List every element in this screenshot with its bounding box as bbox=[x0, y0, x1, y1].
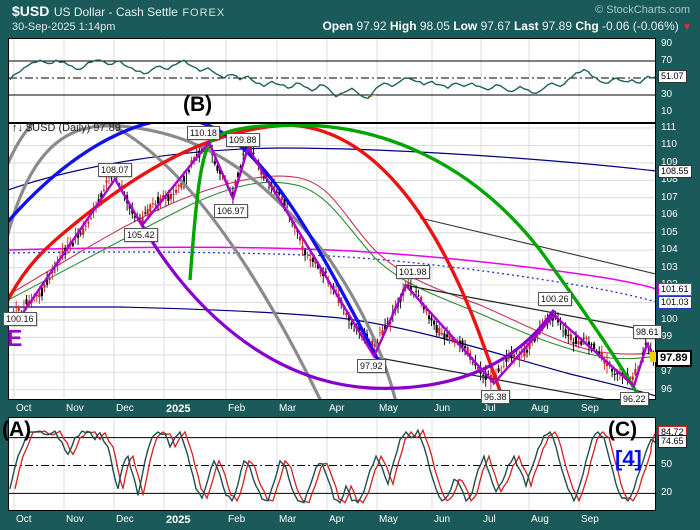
zigzag-label-108.07: 108.07 bbox=[98, 163, 132, 177]
price-ytick-105: 105 bbox=[661, 227, 678, 238]
month-label-2025[interactable]: 2025 bbox=[166, 403, 190, 415]
gray-cycle-arc-1 bbox=[0, 110, 330, 420]
month-label-May[interactable]: May bbox=[379, 403, 398, 414]
month-label-bottom-Jul[interactable]: Jul bbox=[483, 514, 496, 525]
elliott-label-B: (B) bbox=[183, 93, 212, 117]
zigzag-label-97.92: 97.92 bbox=[357, 359, 386, 373]
price-ytick-100: 100 bbox=[661, 314, 678, 325]
axis-value-box-97.89: 97.89 bbox=[656, 350, 692, 367]
axis-value-box-108.55: 108.55 bbox=[658, 165, 692, 178]
month-label-bottom-Mar[interactable]: Mar bbox=[279, 514, 296, 525]
elliott-label-C: (C) bbox=[608, 418, 637, 442]
month-label-Jun[interactable]: Jun bbox=[434, 403, 450, 414]
price-panel-legend: ↑↓ $USD (Daily) 97.89 bbox=[12, 122, 121, 134]
month-label-bottom-Dec[interactable]: Dec bbox=[116, 514, 134, 525]
axis-value-box-74.65: 74.65 bbox=[658, 435, 687, 448]
zigzag-label-109.88: 109.88 bbox=[226, 133, 260, 147]
month-label-bottom-Sep[interactable]: Sep bbox=[581, 514, 599, 525]
stoch-lines bbox=[10, 430, 655, 503]
axis-value-box-101.03: 101.03 bbox=[658, 296, 692, 309]
month-label-bottom-Nov[interactable]: Nov bbox=[66, 514, 84, 525]
month-label-Mar[interactable]: Mar bbox=[279, 403, 296, 414]
stoch-ytick-50: 50 bbox=[661, 459, 672, 470]
price-ytick-96: 96 bbox=[661, 384, 672, 395]
zigzag-label-110.18: 110.18 bbox=[187, 126, 220, 140]
price-ytick-106: 106 bbox=[661, 209, 678, 220]
month-label-bottom-2025[interactable]: 2025 bbox=[166, 514, 190, 526]
rsi-line bbox=[10, 60, 655, 98]
zigzag-overlay bbox=[20, 142, 654, 386]
axis-value-box-51.07: 51.07 bbox=[658, 70, 687, 83]
magenta-ma-line bbox=[8, 247, 656, 289]
zigzag-label-105.42: 105.42 bbox=[124, 228, 158, 242]
month-label-bottom-May[interactable]: May bbox=[379, 514, 398, 525]
last-price-marker-icon bbox=[650, 352, 656, 362]
price-ytick-97: 97 bbox=[661, 366, 672, 377]
month-label-Apr[interactable]: Apr bbox=[329, 403, 345, 414]
month-label-Dec[interactable]: Dec bbox=[116, 403, 134, 414]
month-label-Jul[interactable]: Jul bbox=[483, 403, 496, 414]
month-label-Feb[interactable]: Feb bbox=[228, 403, 245, 414]
rsi-reference-lines bbox=[9, 61, 655, 95]
rsi-ytick-70: 70 bbox=[661, 55, 672, 66]
month-label-Oct[interactable]: Oct bbox=[16, 403, 32, 414]
price-ytick-99: 99 bbox=[661, 331, 672, 342]
zigzag-label-106.97: 106.97 bbox=[214, 204, 248, 218]
zigzag-label-100.26: 100.26 bbox=[538, 292, 572, 306]
price-ytick-103: 103 bbox=[661, 262, 678, 273]
zigzag-label-98.61: 98.61 bbox=[633, 325, 662, 339]
month-label-bottom-Oct[interactable]: Oct bbox=[16, 514, 32, 525]
price-ytick-104: 104 bbox=[661, 244, 678, 255]
price-ytick-110: 110 bbox=[661, 139, 677, 150]
month-label-Aug[interactable]: Aug bbox=[531, 403, 549, 414]
axis-value-box-101.61: 101.61 bbox=[658, 283, 692, 296]
chart-canvas bbox=[0, 0, 700, 530]
month-label-bottom-Jun[interactable]: Jun bbox=[434, 514, 450, 525]
zigzag-label-100.16: 100.16 bbox=[3, 312, 37, 326]
month-label-bottom-Feb[interactable]: Feb bbox=[228, 514, 245, 525]
month-label-Sep[interactable]: Sep bbox=[581, 403, 599, 414]
price-ytick-107: 107 bbox=[661, 192, 678, 203]
price-ytick-111: 111 bbox=[661, 122, 676, 133]
zigzag-label-96.38: 96.38 bbox=[481, 390, 510, 404]
zigzag-label-101.98: 101.98 bbox=[396, 265, 430, 279]
channel-line-lower bbox=[374, 357, 656, 409]
rsi-ytick-30: 30 bbox=[661, 89, 672, 100]
month-label-bottom-Aug[interactable]: Aug bbox=[531, 514, 549, 525]
elliott-label-4: [4] bbox=[615, 446, 642, 472]
elliott-label-A: (A) bbox=[2, 418, 31, 442]
month-label-bottom-Apr[interactable]: Apr bbox=[329, 514, 345, 525]
stoch-reference-lines bbox=[9, 438, 655, 494]
elliott-label-E: E bbox=[7, 325, 22, 352]
rsi-ytick-90: 90 bbox=[661, 38, 672, 49]
month-label-Nov[interactable]: Nov bbox=[66, 403, 84, 414]
rsi-ytick-10: 10 bbox=[661, 106, 672, 117]
zigzag-label-96.22: 96.22 bbox=[620, 392, 649, 406]
stoch-ytick-20: 20 bbox=[661, 487, 672, 498]
stockcharts-chart-window: $USD US Dollar - Cash Settle FOREX © Sto… bbox=[0, 0, 700, 530]
